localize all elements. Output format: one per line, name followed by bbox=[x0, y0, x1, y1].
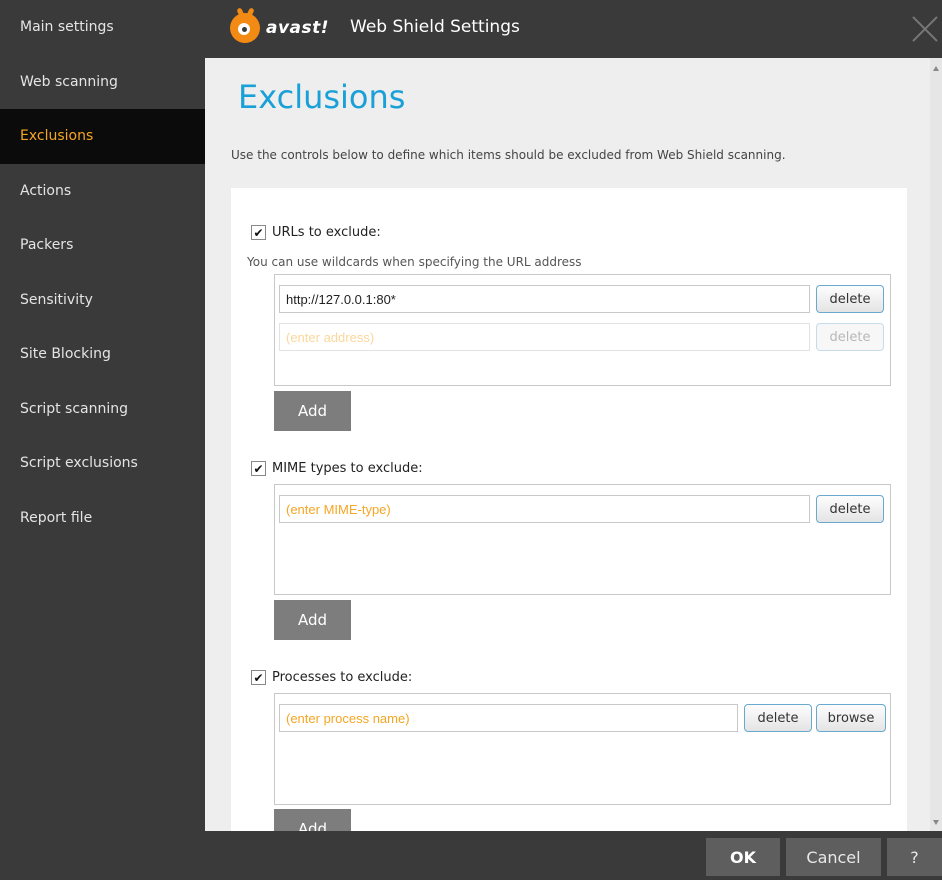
mime-new-input[interactable]: (enter MIME-type) bbox=[279, 495, 810, 523]
sidebar-item-site-blocking[interactable]: Site Blocking bbox=[0, 327, 205, 382]
process-new-input[interactable]: (enter process name) bbox=[279, 704, 738, 732]
mime-delete-button[interactable]: delete bbox=[816, 495, 884, 523]
urls-section-header: ✔ URLs to exclude: bbox=[251, 225, 381, 240]
urls-label: URLs to exclude: bbox=[272, 225, 381, 240]
mime-list: (enter MIME-type) delete bbox=[274, 484, 891, 595]
sidebar-item-main-settings[interactable]: Main settings bbox=[0, 0, 205, 55]
avast-logo: avast! bbox=[230, 7, 330, 43]
urls-list: http://127.0.0.1:80* delete (enter addre… bbox=[274, 274, 891, 386]
list-item: http://127.0.0.1:80* delete bbox=[279, 285, 884, 313]
sidebar-item-web-scanning[interactable]: Web scanning bbox=[0, 55, 205, 110]
avast-logo-icon bbox=[230, 7, 260, 43]
url-entry-input[interactable]: http://127.0.0.1:80* bbox=[279, 285, 810, 313]
bottom-bar: OK Cancel ? bbox=[205, 831, 942, 880]
list-item: (enter address) delete bbox=[279, 323, 884, 351]
help-button[interactable]: ? bbox=[887, 838, 942, 876]
page-description: Use the controls below to define which i… bbox=[231, 148, 786, 162]
scroll-up-arrow-icon[interactable] bbox=[933, 66, 939, 71]
sidebar-item-script-exclusions[interactable]: Script exclusions bbox=[0, 436, 205, 491]
processes-label: Processes to exclude: bbox=[272, 670, 413, 685]
mime-add-button[interactable]: Add bbox=[274, 600, 351, 640]
process-add-button[interactable]: Add bbox=[274, 809, 351, 831]
mime-section-header: ✔ MIME types to exclude: bbox=[251, 461, 423, 476]
title-bar: avast! Web Shield Settings bbox=[205, 0, 942, 58]
scroll-down-arrow-icon[interactable] bbox=[933, 820, 939, 825]
sidebar-item-script-scanning[interactable]: Script scanning bbox=[0, 382, 205, 437]
mime-checkbox[interactable]: ✔ bbox=[251, 461, 266, 476]
sidebar-item-report-file[interactable]: Report file bbox=[0, 491, 205, 546]
urls-checkbox[interactable]: ✔ bbox=[251, 225, 266, 240]
exclusions-panel: ✔ URLs to exclude: You can use wildcards… bbox=[231, 188, 907, 831]
cancel-button[interactable]: Cancel bbox=[786, 838, 881, 876]
window-title: Web Shield Settings bbox=[350, 17, 520, 37]
url-new-input[interactable]: (enter address) bbox=[279, 323, 810, 351]
url-add-button[interactable]: Add bbox=[274, 391, 351, 431]
content-area: Exclusions Use the controls below to def… bbox=[205, 58, 930, 831]
processes-checkbox[interactable]: ✔ bbox=[251, 670, 266, 685]
close-icon[interactable] bbox=[908, 12, 942, 46]
process-browse-button[interactable]: browse bbox=[816, 704, 886, 732]
content-scrollbar[interactable] bbox=[930, 58, 942, 831]
sidebar-item-exclusions[interactable]: Exclusions bbox=[0, 109, 205, 164]
url-delete-button[interactable]: delete bbox=[816, 285, 884, 313]
mime-label: MIME types to exclude: bbox=[272, 461, 423, 476]
list-item: (enter process name) delete browse bbox=[279, 704, 886, 732]
ok-button[interactable]: OK bbox=[706, 838, 780, 876]
process-delete-button[interactable]: delete bbox=[744, 704, 812, 732]
list-item: (enter MIME-type) delete bbox=[279, 495, 884, 523]
page-title: Exclusions bbox=[238, 78, 406, 116]
sidebar-item-packers[interactable]: Packers bbox=[0, 218, 205, 273]
url-new-delete-button[interactable]: delete bbox=[816, 323, 884, 351]
logo-text: avast! bbox=[266, 18, 330, 38]
sidebar: Main settings Web scanning Exclusions Ac… bbox=[0, 0, 205, 880]
processes-list: (enter process name) delete browse bbox=[274, 693, 891, 805]
sidebar-item-actions[interactable]: Actions bbox=[0, 164, 205, 219]
processes-section-header: ✔ Processes to exclude: bbox=[251, 670, 412, 685]
urls-hint: You can use wildcards when specifying th… bbox=[247, 255, 582, 269]
sidebar-item-sensitivity[interactable]: Sensitivity bbox=[0, 273, 205, 328]
